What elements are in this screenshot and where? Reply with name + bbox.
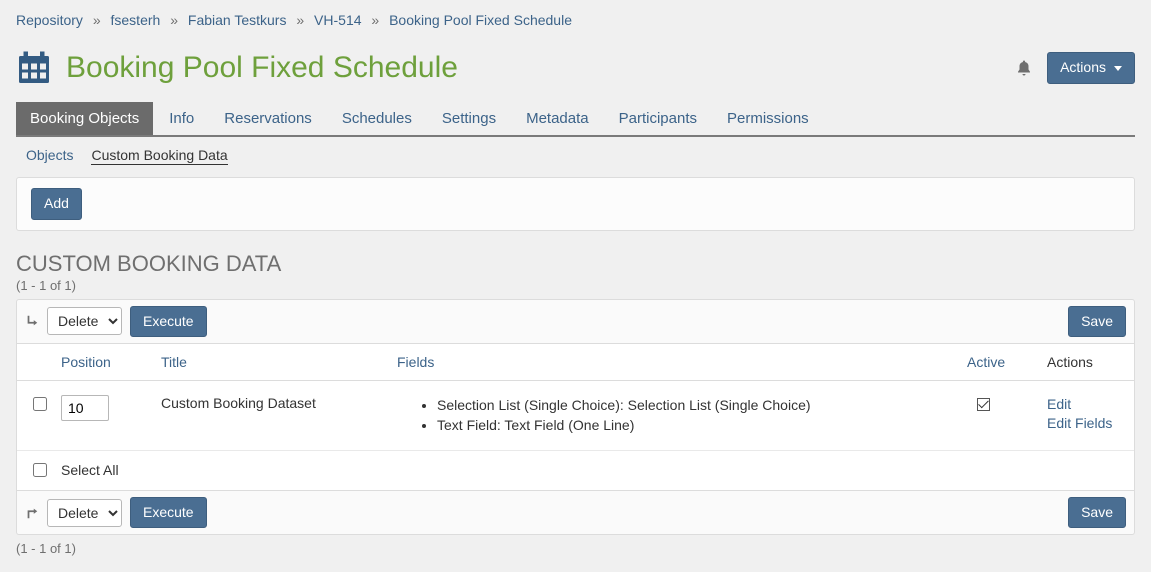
action-bar-top: Delete Execute Save — [16, 299, 1135, 345]
breadcrumb-link[interactable]: Repository — [16, 12, 83, 28]
breadcrumb-sep: » — [87, 12, 107, 28]
save-button-bottom[interactable]: Save — [1068, 497, 1126, 529]
tab-permissions[interactable]: Permissions — [713, 102, 823, 135]
actions-dropdown-button[interactable]: Actions — [1047, 52, 1135, 84]
add-panel: Add — [16, 177, 1135, 231]
breadcrumb: Repository » fsesterh » Fabian Testkurs … — [16, 8, 1135, 42]
bulk-arrow-icon — [25, 314, 39, 328]
tab-metadata[interactable]: Metadata — [512, 102, 603, 135]
col-fields[interactable]: Fields — [389, 354, 959, 370]
tab-settings[interactable]: Settings — [428, 102, 510, 135]
edit-link[interactable]: Edit — [1047, 395, 1126, 414]
table-header: Position Title Fields Active Actions — [17, 344, 1134, 381]
active-check-icon — [977, 398, 990, 411]
breadcrumb-link[interactable]: Fabian Testkurs — [188, 12, 287, 28]
select-all-checkbox[interactable] — [33, 463, 47, 477]
col-active[interactable]: Active — [959, 354, 1039, 370]
section-title: CUSTOM BOOKING DATA — [16, 251, 1135, 277]
actions-label: Actions — [1060, 58, 1106, 78]
breadcrumb-sep: » — [164, 12, 184, 28]
range-label-top: (1 - 1 of 1) — [16, 278, 1135, 293]
breadcrumb-sep: » — [365, 12, 385, 28]
breadcrumb-sep: » — [290, 12, 310, 28]
execute-button-top[interactable]: Execute — [130, 306, 207, 338]
main-tabs: Booking Objects Info Reservations Schedu… — [16, 102, 1135, 137]
field-item: Selection List (Single Choice): Selectio… — [437, 395, 951, 415]
bulk-action-select-top[interactable]: Delete — [47, 307, 122, 335]
caret-down-icon — [1114, 66, 1122, 71]
col-position[interactable]: Position — [53, 354, 153, 370]
field-item: Text Field: Text Field (One Line) — [437, 415, 951, 435]
edit-fields-link[interactable]: Edit Fields — [1047, 414, 1126, 433]
tab-info[interactable]: Info — [155, 102, 208, 135]
table-footer: Select All — [17, 451, 1134, 491]
calendar-icon — [16, 50, 52, 86]
breadcrumb-link[interactable]: fsesterh — [111, 12, 161, 28]
col-title[interactable]: Title — [153, 354, 389, 370]
subtab-custom-booking-data[interactable]: Custom Booking Data — [91, 147, 227, 165]
bulk-arrow-icon — [25, 506, 39, 520]
range-label-bottom: (1 - 1 of 1) — [16, 541, 1135, 556]
page-title: Booking Pool Fixed Schedule — [66, 51, 458, 85]
row-fields: Selection List (Single Choice): Selectio… — [397, 395, 951, 436]
table-row: Custom Booking Dataset Selection List (S… — [17, 381, 1134, 451]
col-actions: Actions — [1039, 354, 1134, 370]
save-button-top[interactable]: Save — [1068, 306, 1126, 338]
breadcrumb-link[interactable]: Booking Pool Fixed Schedule — [389, 12, 572, 28]
execute-button-bottom[interactable]: Execute — [130, 497, 207, 529]
tab-schedules[interactable]: Schedules — [328, 102, 426, 135]
add-button[interactable]: Add — [31, 188, 82, 220]
tab-booking-objects[interactable]: Booking Objects — [16, 102, 153, 135]
bell-icon[interactable] — [1015, 59, 1033, 77]
position-input[interactable] — [61, 395, 109, 421]
row-checkbox[interactable] — [33, 397, 47, 411]
subtab-objects[interactable]: Objects — [26, 147, 73, 165]
select-all-label: Select All — [53, 462, 1134, 478]
action-bar-bottom: Delete Execute Save — [16, 491, 1135, 536]
custom-booking-table: Position Title Fields Active Actions Cus… — [16, 344, 1135, 491]
tab-participants[interactable]: Participants — [605, 102, 711, 135]
row-title: Custom Booking Dataset — [153, 395, 389, 411]
bulk-action-select-bottom[interactable]: Delete — [47, 499, 122, 527]
breadcrumb-link[interactable]: VH-514 — [314, 12, 361, 28]
tab-reservations[interactable]: Reservations — [210, 102, 326, 135]
sub-tabs: Objects Custom Booking Data — [16, 137, 1135, 177]
